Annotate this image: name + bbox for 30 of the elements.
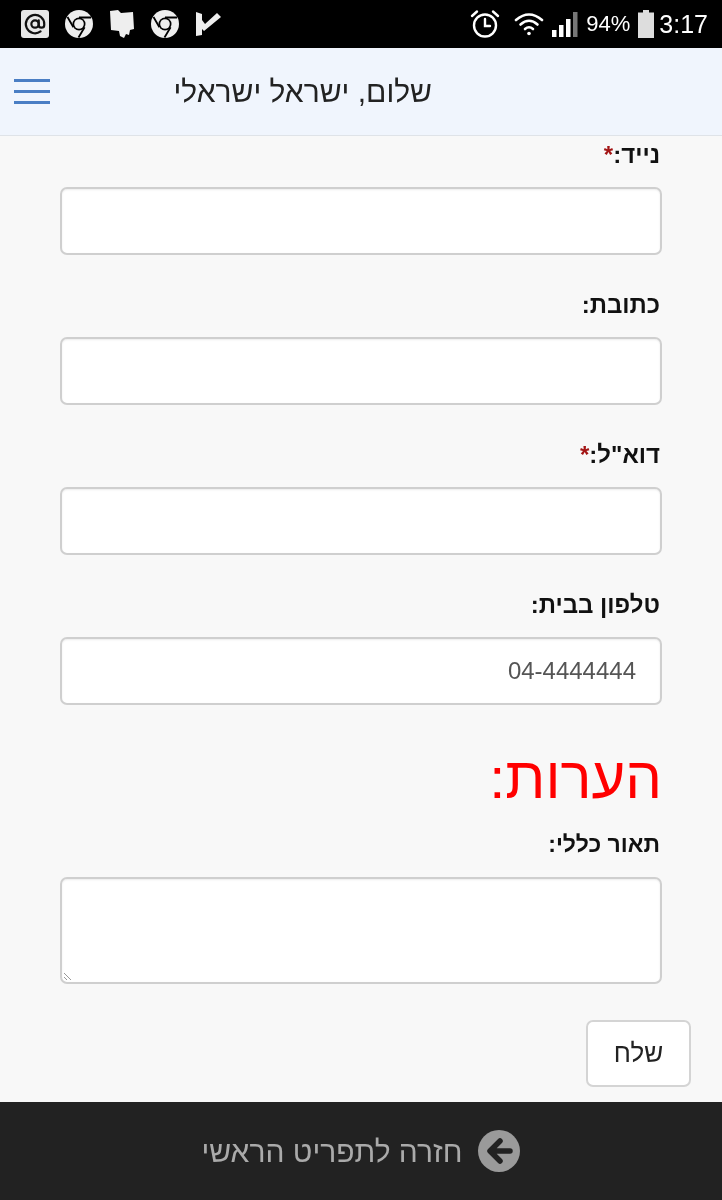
- battery-icon: [638, 10, 655, 38]
- input-field[interactable]: 04-4444444: [60, 637, 662, 705]
- map-shape-icon: [109, 9, 135, 39]
- ring-logo-icon: [65, 10, 93, 38]
- required-asterisk: *: [579, 440, 590, 470]
- battery-percent: 94%: [586, 13, 631, 35]
- ring-logo-icon: [151, 10, 179, 38]
- back-to-menu-link[interactable]: חזרה לתפריט הראשי: [201, 1128, 521, 1174]
- checkmark-icon: [195, 11, 223, 37]
- field-label: טלפון בבית:: [530, 590, 660, 620]
- input-field[interactable]: [60, 487, 662, 555]
- textarea-field[interactable]: [60, 877, 662, 984]
- clock-time: 3:17: [659, 11, 708, 37]
- resize-grip-icon: [64, 972, 72, 980]
- field-label: נייד:: [613, 140, 660, 170]
- field-label: כתובת:: [581, 290, 660, 320]
- menu-icon[interactable]: [14, 78, 50, 105]
- alarm-clock-icon: [470, 9, 501, 39]
- field-label: דוא"ל:: [589, 440, 660, 470]
- required-asterisk: *: [603, 140, 614, 170]
- submit-button[interactable]: שלח: [586, 1020, 691, 1087]
- greeting-title: שלום, ישראל ישראלי: [173, 74, 432, 110]
- wifi-icon: [514, 12, 545, 36]
- signal-icon: [552, 11, 579, 37]
- notes-heading: הערות:: [489, 746, 662, 810]
- field-label: תאור כללי:: [548, 830, 660, 859]
- input-field[interactable]: [60, 337, 662, 405]
- at-sign-icon: [21, 10, 49, 38]
- input-field[interactable]: [60, 187, 662, 255]
- arrow-circle-icon: [478, 1130, 521, 1172]
